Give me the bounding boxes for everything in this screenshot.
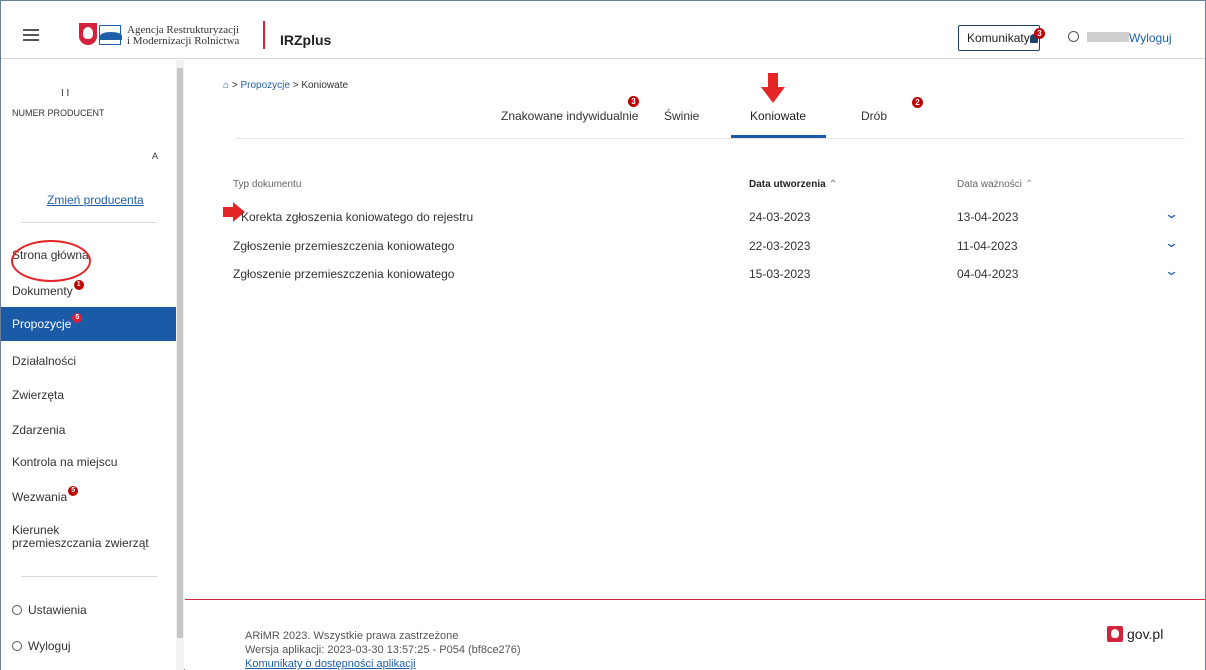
chevron-down-icon[interactable]: ⌄: [1164, 206, 1179, 222]
sidebar-item-dzialalnosci[interactable]: Działalności: [1, 344, 176, 378]
chevron-down-icon[interactable]: ⌄: [1164, 263, 1179, 279]
tab-drob[interactable]: Drób: [861, 109, 887, 123]
producer-suffix: A: [152, 151, 159, 161]
tab-label: Świnie: [664, 109, 700, 123]
accessibility-link[interactable]: Komunikaty o dostępności aplikacji: [245, 658, 416, 670]
sidebar-item-dokumenty[interactable]: Dokumenty 1: [1, 274, 176, 308]
home-icon[interactable]: ⌂: [223, 80, 229, 91]
annotation-arrow-down: [761, 73, 785, 103]
sidebar-item-kierunek[interactable]: Kierunek przemieszczania zwierząt: [1, 518, 176, 558]
tab-znakowane-badge: 3: [628, 96, 639, 107]
logout-link[interactable]: Wyloguj: [1129, 31, 1172, 45]
breadcrumb-sep: >: [292, 80, 299, 91]
wezwania-badge: 5: [68, 486, 79, 496]
producer-details-redacted: [35, 130, 120, 185]
active-tab-indicator: [731, 135, 826, 138]
breadcrumb-current: Koniowate: [301, 80, 349, 91]
breadcrumb-sep: >: [231, 80, 238, 91]
gov-label: gov.pl: [1127, 626, 1164, 642]
komunikaty-badge: 3: [1034, 28, 1045, 39]
propozycje-badge: 5: [72, 313, 83, 323]
row-created: 24-03-2023: [749, 210, 811, 224]
sidebar-divider-bottom: [21, 576, 157, 577]
header-label: Data utworzenia: [749, 179, 826, 190]
agency-line-2: i Modernizacji Rolnictwa: [127, 35, 240, 47]
header-label: Data ważności: [957, 179, 1023, 190]
change-producer-link[interactable]: Zmień producenta: [47, 193, 144, 207]
komunikaty-label: Komunikaty: [967, 31, 1030, 45]
row-created: 22-03-2023: [749, 239, 811, 253]
header-data-waznosci[interactable]: Data ważności ⌃: [957, 179, 1033, 190]
sidebar-item-label: Propozycje: [12, 317, 72, 331]
producer-number-label: NUMER PRODUCENTA:: [12, 108, 113, 118]
tab-label: Koniowate: [750, 109, 807, 123]
sidebar-scrollbar[interactable]: [176, 60, 184, 670]
gov-pl-logo[interactable]: gov.pl: [1107, 626, 1163, 642]
sidebar-item-label: Dokumenty: [12, 284, 73, 298]
dokumenty-badge: 1: [73, 280, 84, 290]
user-icon: [12, 641, 22, 651]
tab-drob-badge: 2: [912, 97, 923, 108]
app-name: IRZplus: [280, 32, 332, 48]
footer: ARiMR 2023. Wszystkie prawa zastrzeżone …: [185, 599, 1205, 670]
tab-label: Znakowane indywidualnie: [501, 109, 639, 123]
row-type: Zgłoszenie przemieszczenia koniowatego: [233, 239, 455, 253]
agency-name: Agencja Restrukturyzacji i Modernizacji …: [127, 25, 239, 47]
sidebar-item-label: Kontrola na miejscu: [12, 455, 118, 469]
sidebar-item-label: Kierunek przemieszczania zwierząt: [12, 523, 149, 550]
table-row[interactable]: Korekta zgłoszenia koniowatego do rejest…: [241, 206, 1191, 238]
sidebar-settings[interactable]: Ustawienia: [1, 593, 176, 627]
arimr-logo[interactable]: [79, 23, 122, 45]
annotation-circle: [11, 240, 91, 282]
tab-label: Drób: [861, 109, 888, 123]
table-row[interactable]: Zgłoszenie przemieszczenia koniowatego 1…: [233, 263, 1183, 295]
chevron-down-icon[interactable]: ⌄: [1164, 235, 1179, 251]
footer-version: Wersja aplikacji: 2023-03-30 13:57:25 - …: [245, 644, 521, 656]
tab-znakowane[interactable]: Znakowane indywidualnie: [501, 109, 638, 123]
producer-name-marks: I I: [61, 88, 70, 99]
sidebar-item-label: Zwierzęta: [12, 388, 65, 402]
hamburger-menu-icon[interactable]: [23, 29, 39, 41]
sidebar-item-zwierzeta[interactable]: Zwierzęta: [1, 378, 176, 412]
settings-label: Ustawienia: [28, 603, 87, 617]
sidebar-item-zdarzenia[interactable]: Zdarzenia: [1, 413, 176, 447]
sidebar-item-propozycje[interactable]: Propozycje 5: [1, 307, 176, 341]
sidebar-item-label: Działalności: [12, 354, 77, 368]
tab-swinie[interactable]: Świnie: [664, 109, 699, 123]
breadcrumb-propozycje[interactable]: Propozycje: [240, 80, 289, 91]
sidebar-item-label: Zdarzenia: [12, 423, 66, 437]
sort-icon[interactable]: ⌃: [829, 179, 837, 190]
producer-number-redacted: [104, 108, 164, 118]
sidebar-divider: [21, 222, 157, 223]
header-divider: [263, 21, 265, 49]
top-header: Agencja Restrukturyzacji i Modernizacji …: [1, 1, 1205, 59]
footer-copyright: ARiMR 2023. Wszystkie prawa zastrzeżone: [245, 630, 459, 642]
user-name-redacted: [1087, 32, 1129, 42]
row-type: Zgłoszenie przemieszczenia koniowatego: [233, 267, 455, 281]
gear-icon: [12, 605, 22, 615]
sidebar-item-label: Wezwania: [12, 490, 68, 504]
row-created: 15-03-2023: [749, 267, 811, 281]
sidebar-logout[interactable]: Wyloguj: [1, 629, 176, 663]
row-valid: 11-04-2023: [957, 239, 1018, 253]
sidebar-item-wezwania[interactable]: Wezwania 5: [1, 480, 176, 514]
eagle-icon: [1107, 626, 1123, 642]
category-tabs: Znakowane indywidualnie 3 Świnie Koniowa…: [235, 96, 1185, 139]
row-valid: 04-04-2023: [957, 267, 1019, 281]
sort-icon[interactable]: ⌃: [1025, 179, 1033, 190]
sidebar-item-kontrola[interactable]: Kontrola na miejscu: [1, 445, 176, 479]
header-data-utworzenia[interactable]: Data utworzenia ⌃: [749, 179, 837, 190]
scrollbar-thumb[interactable]: [177, 68, 183, 638]
tab-koniowate[interactable]: Koniowate: [750, 109, 806, 123]
table-row[interactable]: Zgłoszenie przemieszczenia koniowatego 2…: [233, 235, 1183, 267]
sidebar: I I NUMER PRODUCENTA: A Zmień producenta…: [1, 60, 176, 670]
logout-label: Wyloguj: [28, 639, 71, 653]
komunikaty-button[interactable]: Komunikaty 3: [958, 25, 1045, 51]
user-icon: [1068, 31, 1079, 42]
breadcrumb: ⌂ > Propozycje > Koniowate: [223, 80, 348, 91]
row-type: Korekta zgłoszenia koniowatego do rejest…: [241, 210, 474, 224]
row-valid: 13-04-2023: [957, 210, 1019, 224]
header-typ-dokumentu: Typ dokumentu: [233, 179, 302, 190]
